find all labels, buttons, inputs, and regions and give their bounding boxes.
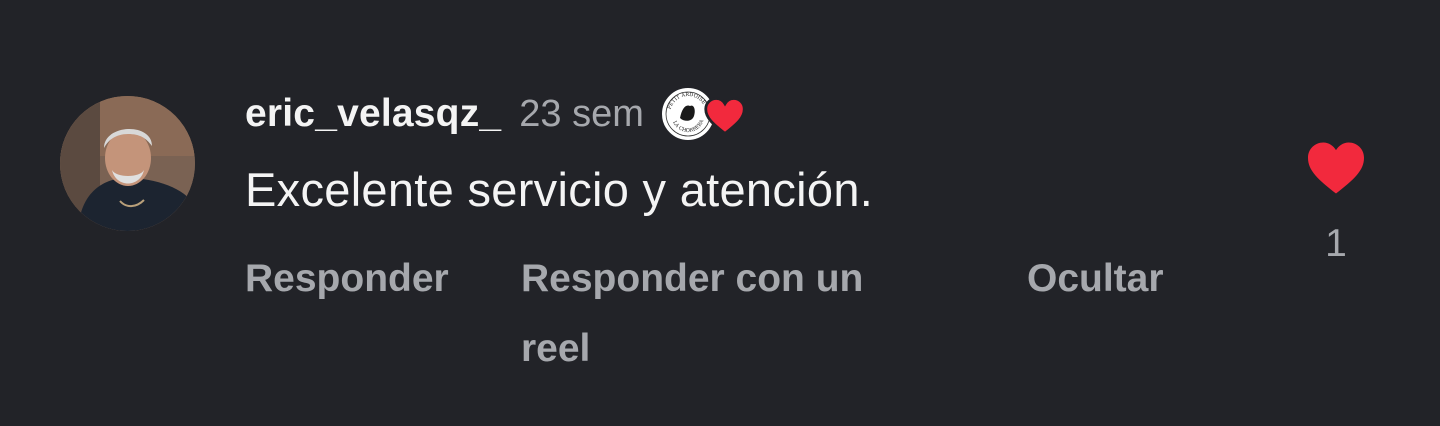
like-section: 1 (1300, 140, 1372, 266)
username[interactable]: eric_velasqz_ (245, 92, 501, 136)
avatar-photo (60, 96, 195, 231)
timestamp: 23 sem (519, 92, 644, 135)
like-count[interactable]: 1 (1300, 222, 1372, 266)
heart-icon[interactable] (1305, 140, 1367, 196)
hide-button[interactable]: Ocultar (1027, 244, 1167, 314)
user-avatar[interactable] (60, 96, 195, 231)
reply-button[interactable]: Responder (245, 244, 460, 314)
creator-liked-badge: PETIT ARDOISE LA CHORRERA (659, 84, 748, 144)
reply-with-reel-button[interactable]: Responder con un reel (521, 244, 921, 384)
comment-header: eric_velasqz_ 23 sem PETIT ARDOISE LA CH… (245, 86, 748, 142)
comment-text: Excelente servicio y atención. (245, 163, 874, 216)
comment-item: eric_velasqz_ 23 sem PETIT ARDOISE LA CH… (0, 0, 1440, 426)
creator-liked-heart-icon (704, 96, 746, 136)
